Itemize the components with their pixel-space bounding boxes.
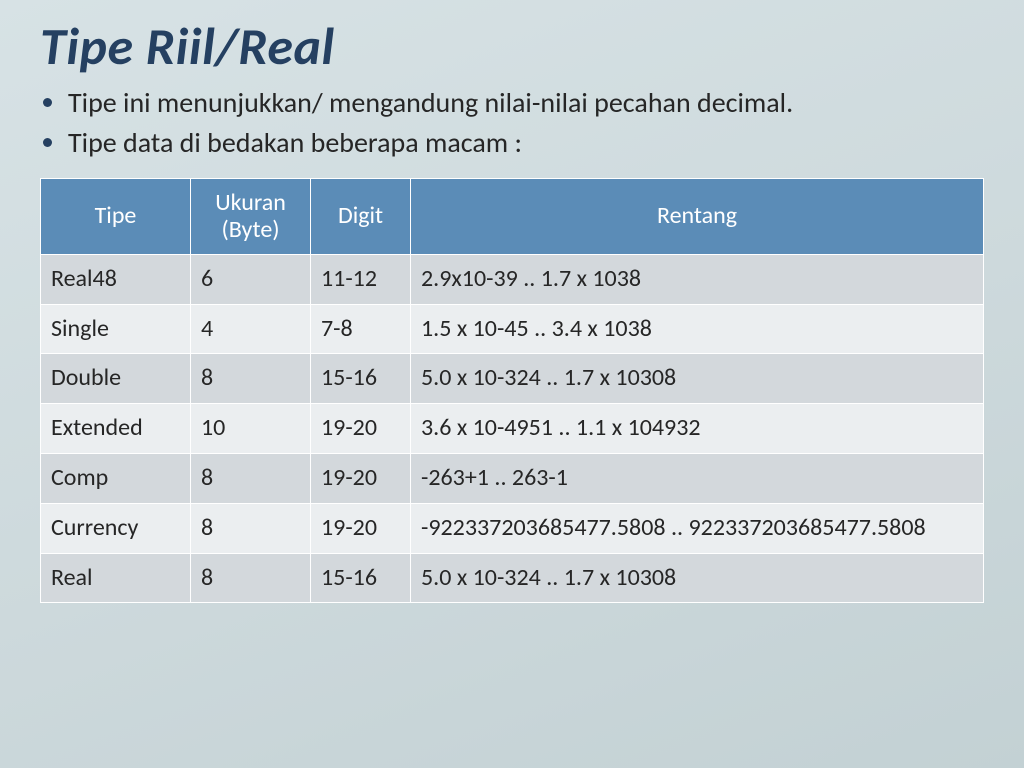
cell: 2.9x10-39 .. 1.7 x 1038 <box>411 254 984 304</box>
cell: 3.6 x 10-4951 .. 1.1 x 104932 <box>411 404 984 454</box>
cell: 6 <box>191 254 311 304</box>
cell: 15-16 <box>311 354 411 404</box>
cell: 8 <box>191 553 311 603</box>
slide-title: Tipe Riil/Real <box>40 14 984 78</box>
slide: Tipe Riil/Real Tipe ini menunjukkan/ men… <box>0 0 1024 768</box>
cell: Currency <box>41 503 191 553</box>
table-row: Single 4 7-8 1.5 x 10-45 .. 3.4 x 1038 <box>41 304 984 354</box>
cell: Double <box>41 354 191 404</box>
table-row: Real48 6 11-12 2.9x10-39 .. 1.7 x 1038 <box>41 254 984 304</box>
cell: 19-20 <box>311 503 411 553</box>
table-row: Double 8 15-16 5.0 x 10-324 .. 1.7 x 103… <box>41 354 984 404</box>
table-row: Extended 10 19-20 3.6 x 10-4951 .. 1.1 x… <box>41 404 984 454</box>
table-body: Real48 6 11-12 2.9x10-39 .. 1.7 x 1038 S… <box>41 254 984 603</box>
cell: 8 <box>191 354 311 404</box>
cell: 10 <box>191 404 311 454</box>
cell: 19-20 <box>311 453 411 503</box>
cell: Extended <box>41 404 191 454</box>
cell: -922337203685477.5808 .. 922337203685477… <box>411 503 984 553</box>
type-table: Tipe Ukuran (Byte) Digit Rentang Real48 … <box>40 178 984 604</box>
cell: 5.0 x 10-324 .. 1.7 x 10308 <box>411 354 984 404</box>
cell: 15-16 <box>311 553 411 603</box>
cell: 8 <box>191 453 311 503</box>
bullet-list: Tipe ini menunjukkan/ mengandung nilai-n… <box>40 84 984 162</box>
cell: 7-8 <box>311 304 411 354</box>
col-header-rentang: Rentang <box>411 178 984 254</box>
col-header-tipe: Tipe <box>41 178 191 254</box>
cell: 8 <box>191 503 311 553</box>
cell: 1.5 x 10-45 .. 3.4 x 1038 <box>411 304 984 354</box>
table-row: Currency 8 19-20 -922337203685477.5808 .… <box>41 503 984 553</box>
cell: Real <box>41 553 191 603</box>
table-row: Comp 8 19-20 -263+1 .. 263-1 <box>41 453 984 503</box>
col-header-ukuran: Ukuran (Byte) <box>191 178 311 254</box>
table-header-row: Tipe Ukuran (Byte) Digit Rentang <box>41 178 984 254</box>
cell: -263+1 .. 263-1 <box>411 453 984 503</box>
cell: Real48 <box>41 254 191 304</box>
cell: Single <box>41 304 191 354</box>
table-row: Real 8 15-16 5.0 x 10-324 .. 1.7 x 10308 <box>41 553 984 603</box>
cell: 11-12 <box>311 254 411 304</box>
cell: 19-20 <box>311 404 411 454</box>
bullet-item: Tipe ini menunjukkan/ mengandung nilai-n… <box>68 84 984 122</box>
cell: 5.0 x 10-324 .. 1.7 x 10308 <box>411 553 984 603</box>
cell: 4 <box>191 304 311 354</box>
cell: Comp <box>41 453 191 503</box>
col-header-digit: Digit <box>311 178 411 254</box>
bullet-item: Tipe data di bedakan beberapa macam : <box>68 124 984 162</box>
